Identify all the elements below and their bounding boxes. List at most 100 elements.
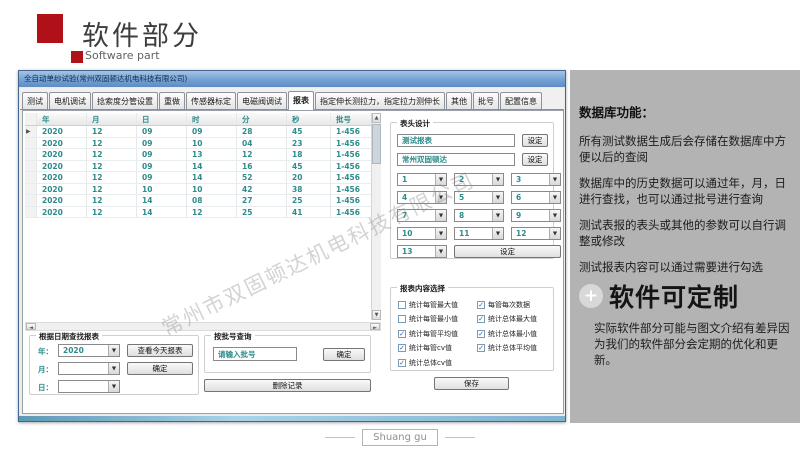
chevron-down-icon[interactable]: ▼ bbox=[435, 192, 446, 203]
combo-value: 13 bbox=[402, 246, 412, 257]
year-combobox[interactable]: 2020 ▼ bbox=[58, 344, 120, 357]
tab-7[interactable]: 报表 bbox=[288, 91, 314, 110]
tab-5[interactable]: 传感器标定 bbox=[186, 92, 236, 109]
tab-2[interactable]: 电机调试 bbox=[49, 92, 91, 109]
table-cell: 14 bbox=[187, 172, 237, 183]
field-combo-6[interactable]: 6▼ bbox=[511, 191, 561, 204]
row-selector bbox=[25, 138, 37, 149]
table-cell: 08 bbox=[187, 195, 237, 206]
tab-4[interactable]: 重做 bbox=[159, 92, 185, 109]
checkbox-checked[interactable]: ✓统计总体cv值 bbox=[398, 358, 458, 367]
table-cell: 12 bbox=[187, 207, 237, 218]
tab-11[interactable]: 配置信息 bbox=[500, 92, 542, 109]
checkbox-label: 统计总体最大值 bbox=[488, 314, 537, 324]
checkbox-unchecked[interactable]: 统计每管最小值 bbox=[398, 315, 458, 324]
checkbox-checked[interactable]: ✓统计每管cv值 bbox=[398, 344, 458, 353]
table-cell: 1-456 bbox=[331, 161, 371, 172]
scroll-up-icon[interactable]: ▲ bbox=[372, 113, 381, 123]
column-header: 批号 bbox=[331, 113, 371, 125]
chevron-down-icon[interactable]: ▼ bbox=[492, 210, 503, 221]
set-company-button[interactable]: 设定 bbox=[522, 153, 548, 166]
chevron-down-icon[interactable]: ▼ bbox=[549, 192, 560, 203]
table-cell: 20 bbox=[287, 172, 331, 183]
field-combo-8[interactable]: 8▼ bbox=[454, 209, 504, 222]
tab-6[interactable]: 电磁阀调试 bbox=[237, 92, 287, 109]
tab-10[interactable]: 批号 bbox=[473, 92, 499, 109]
chevron-down-icon[interactable]: ▼ bbox=[435, 228, 446, 239]
batch-search-group: 按批号查询 请输入批号 确定 bbox=[204, 335, 371, 373]
field-combo-9[interactable]: 9▼ bbox=[511, 209, 561, 222]
field-combo-4[interactable]: 4▼ bbox=[397, 191, 447, 204]
table-row[interactable]: ▶202012090928451-456 bbox=[25, 126, 371, 138]
table-cell: 12 bbox=[237, 149, 287, 160]
table-cell: 28 bbox=[237, 126, 287, 137]
tab-9[interactable]: 其他 bbox=[446, 92, 472, 109]
chevron-down-icon[interactable]: ▼ bbox=[549, 210, 560, 221]
table-row[interactable]: 202012141225411-456 bbox=[25, 207, 371, 219]
delete-records-button[interactable]: 删除记录 bbox=[204, 379, 371, 392]
vertical-scrollbar[interactable]: ▲ ▼ bbox=[371, 113, 381, 320]
scroll-down-icon[interactable]: ▼ bbox=[372, 310, 381, 320]
tab-3[interactable]: 捻索度分管设置 bbox=[92, 92, 158, 109]
chevron-down-icon[interactable]: ▼ bbox=[492, 174, 503, 185]
subtitle-red-square bbox=[71, 51, 83, 63]
set-title-button[interactable]: 设定 bbox=[522, 134, 548, 147]
checkbox-unchecked[interactable]: 统计每管最大值 bbox=[398, 300, 458, 309]
grid-set-button[interactable]: 设定 bbox=[454, 245, 561, 258]
view-today-report-button[interactable]: 查看今天报表 bbox=[127, 344, 193, 357]
panel-paragraph: 数据库中的历史数据可以通过年，月，日进行查找，也可以通过批号进行查询 bbox=[579, 176, 790, 207]
report-content-group: 报表内容选择 统计每管最大值统计每管最小值✓统计每管平均值✓统计每管cv值✓统计… bbox=[390, 287, 554, 371]
chevron-down-icon[interactable]: ▼ bbox=[108, 363, 119, 374]
day-label: 日： bbox=[38, 382, 53, 393]
table-row[interactable]: 202012101042381-456 bbox=[25, 184, 371, 196]
chevron-down-icon[interactable]: ▼ bbox=[435, 246, 446, 257]
checkbox-box: ✓ bbox=[398, 344, 406, 352]
field-combo-10[interactable]: 10▼ bbox=[397, 227, 447, 240]
scrollbar-thumb[interactable] bbox=[372, 124, 381, 164]
table-row[interactable]: 202012091416451-456 bbox=[25, 161, 371, 173]
chevron-down-icon[interactable]: ▼ bbox=[108, 345, 119, 356]
chevron-down-icon[interactable]: ▼ bbox=[549, 228, 560, 239]
chevron-down-icon[interactable]: ▼ bbox=[435, 210, 446, 221]
field-combo-13[interactable]: 13 ▼ bbox=[397, 245, 447, 258]
batch-number-input[interactable]: 请输入批号 bbox=[213, 347, 297, 361]
checkbox-checked[interactable]: ✓统计总体平均值 bbox=[477, 344, 537, 353]
day-combobox[interactable]: ▼ bbox=[58, 380, 120, 393]
batch-confirm-button[interactable]: 确定 bbox=[323, 348, 365, 361]
table-cell: 25 bbox=[237, 207, 287, 218]
tab-1[interactable]: 测试 bbox=[22, 92, 48, 109]
table-row[interactable]: 202012140827251-456 bbox=[25, 195, 371, 207]
field-combo-11[interactable]: 11▼ bbox=[454, 227, 504, 240]
company-name-input[interactable]: 常州双固顿达 bbox=[397, 153, 515, 166]
horizontal-scrollbar[interactable]: ◄ ► bbox=[25, 322, 381, 331]
month-combobox[interactable]: ▼ bbox=[58, 362, 120, 375]
field-combo-3[interactable]: 3▼ bbox=[511, 173, 561, 186]
checkbox-checked[interactable]: ✓统计总体最大值 bbox=[477, 315, 537, 324]
chevron-down-icon[interactable]: ▼ bbox=[108, 381, 119, 392]
checkbox-checked[interactable]: ✓统计总体最小值 bbox=[477, 329, 537, 338]
table-row[interactable]: 202012091004231-456 bbox=[25, 138, 371, 150]
chevron-down-icon[interactable]: ▼ bbox=[492, 228, 503, 239]
table-row[interactable]: 202012091452201-456 bbox=[25, 172, 371, 184]
tab-8[interactable]: 指定伸长测拉力，指定拉力测伸长 bbox=[315, 92, 445, 109]
checkbox-checked[interactable]: ✓每管每次数据 bbox=[477, 300, 537, 309]
scroll-left-icon[interactable]: ◄ bbox=[26, 323, 36, 330]
field-combo-12[interactable]: 12 ▼ bbox=[511, 227, 561, 240]
scroll-right-icon[interactable]: ► bbox=[370, 323, 380, 330]
field-combo-1[interactable]: 1▼ bbox=[397, 173, 447, 186]
checkbox-checked[interactable]: ✓统计每管平均值 bbox=[398, 329, 458, 338]
chevron-down-icon[interactable]: ▼ bbox=[435, 174, 446, 185]
chevron-down-icon[interactable]: ▼ bbox=[549, 174, 560, 185]
combo-value: 12 bbox=[516, 228, 526, 239]
date-confirm-button[interactable]: 确定 bbox=[127, 362, 193, 375]
table-row[interactable]: 202012091312181-456 bbox=[25, 149, 371, 161]
save-button[interactable]: 保存 bbox=[434, 377, 509, 390]
combo-value: 7 bbox=[402, 210, 407, 221]
chevron-down-icon[interactable]: ▼ bbox=[492, 192, 503, 203]
table-cell: 41 bbox=[287, 207, 331, 218]
footer-line-left bbox=[325, 437, 355, 438]
field-combo-2[interactable]: 2▼ bbox=[454, 173, 504, 186]
field-combo-7[interactable]: 7▼ bbox=[397, 209, 447, 222]
report-title-input[interactable]: 测试报表 bbox=[397, 134, 515, 147]
field-combo-5[interactable]: 5▼ bbox=[454, 191, 504, 204]
